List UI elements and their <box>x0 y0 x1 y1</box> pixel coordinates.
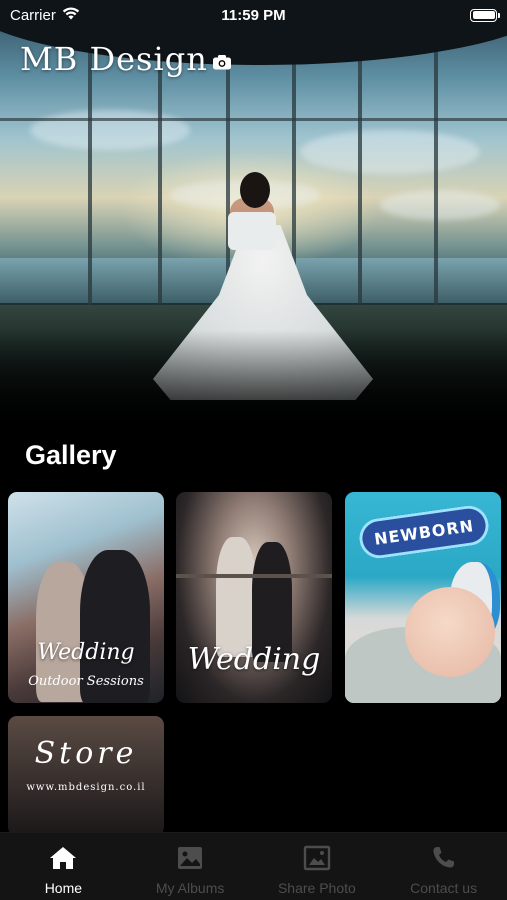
bride-bodice <box>228 212 276 250</box>
photo-frame-icon <box>303 845 331 874</box>
baby-face <box>405 587 495 677</box>
tab-my-albums[interactable]: My Albums <box>127 833 254 900</box>
card-subtitle: Outdoor Sessions <box>28 674 144 689</box>
camera-icon <box>212 40 232 78</box>
app-logo: MB Design <box>20 40 232 78</box>
carrier-label: Carrier <box>10 6 56 24</box>
bride-head <box>240 172 270 208</box>
tab-label: Home <box>44 880 83 896</box>
carrier-group: Carrier <box>10 6 80 24</box>
logo-text: MB Design <box>20 40 208 78</box>
battery-icon <box>470 8 500 22</box>
gallery-card-newborn[interactable]: NEWBORN <box>345 492 501 703</box>
image-icon <box>176 845 204 874</box>
tab-share-photo[interactable]: Share Photo <box>254 833 381 900</box>
gallery-card-wedding[interactable]: Wedding <box>176 492 332 703</box>
wifi-icon <box>62 6 80 24</box>
tab-contact-us[interactable]: Contact us <box>380 833 507 900</box>
gallery-card-store[interactable]: Store www.mbdesign.co.il <box>8 716 164 836</box>
tab-label: Contact us <box>410 880 478 896</box>
window-rail <box>0 118 507 121</box>
home-icon <box>49 845 77 874</box>
hero-fade <box>0 330 507 430</box>
cloud <box>380 190 500 220</box>
gallery-card-wedding-outdoor[interactable]: Wedding Outdoor Sessions <box>8 492 164 703</box>
card-title: Wedding <box>187 642 321 677</box>
card-subtitle: www.mbdesign.co.il <box>26 782 146 793</box>
balcony-rail <box>176 574 332 578</box>
status-bar: Carrier 11:59 PM <box>0 0 507 30</box>
card-title: Wedding <box>37 640 135 665</box>
cloud <box>300 130 480 174</box>
phone-icon <box>430 845 458 874</box>
tab-label: Share Photo <box>277 880 356 896</box>
card-title: NEWBORN <box>356 503 492 561</box>
gallery-title: Gallery <box>25 440 117 470</box>
cloud <box>30 110 190 150</box>
card-title: Store <box>34 736 138 771</box>
tab-bar: Home My Albums Share Photo Contact us <box>0 832 507 900</box>
bride-figure <box>216 537 256 657</box>
tab-home[interactable]: Home <box>0 833 127 900</box>
tab-label: My Albums <box>155 880 225 896</box>
